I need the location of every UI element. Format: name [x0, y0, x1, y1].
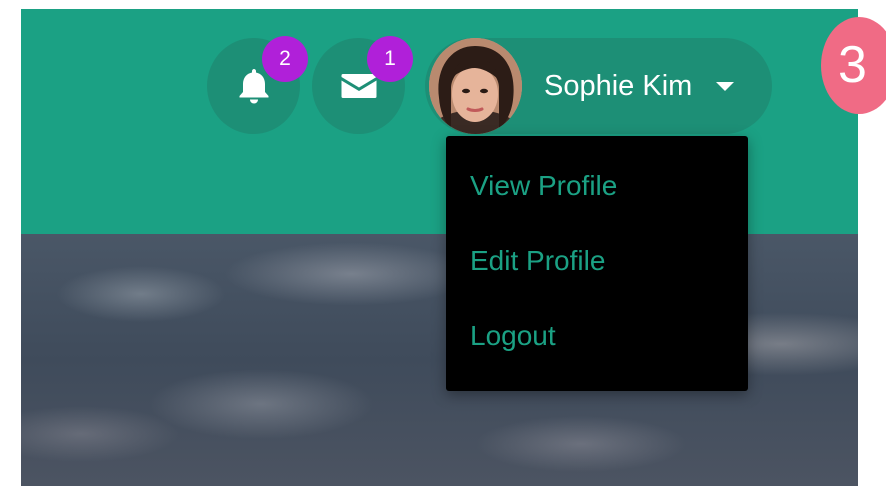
chevron-down-icon	[716, 82, 734, 91]
view-profile-link[interactable]: View Profile	[470, 161, 617, 211]
message-count-badge: 1	[367, 36, 413, 82]
notification-count-badge: 2	[262, 36, 308, 82]
app-frame: 2 1 Sophie Kim View Profile Edit Profile…	[21, 9, 858, 486]
user-menu-button[interactable]: Sophie Kim	[425, 38, 772, 134]
edit-profile-link[interactable]: Edit Profile	[470, 236, 605, 286]
user-avatar	[429, 38, 522, 134]
user-dropdown-menu: View Profile Edit Profile Logout	[446, 136, 748, 391]
logout-link[interactable]: Logout	[470, 311, 556, 361]
messages-button[interactable]: 1	[312, 36, 413, 134]
user-name: Sophie Kim	[544, 70, 693, 102]
envelope-icon	[341, 74, 376, 98]
notifications-button[interactable]: 2	[207, 36, 308, 134]
